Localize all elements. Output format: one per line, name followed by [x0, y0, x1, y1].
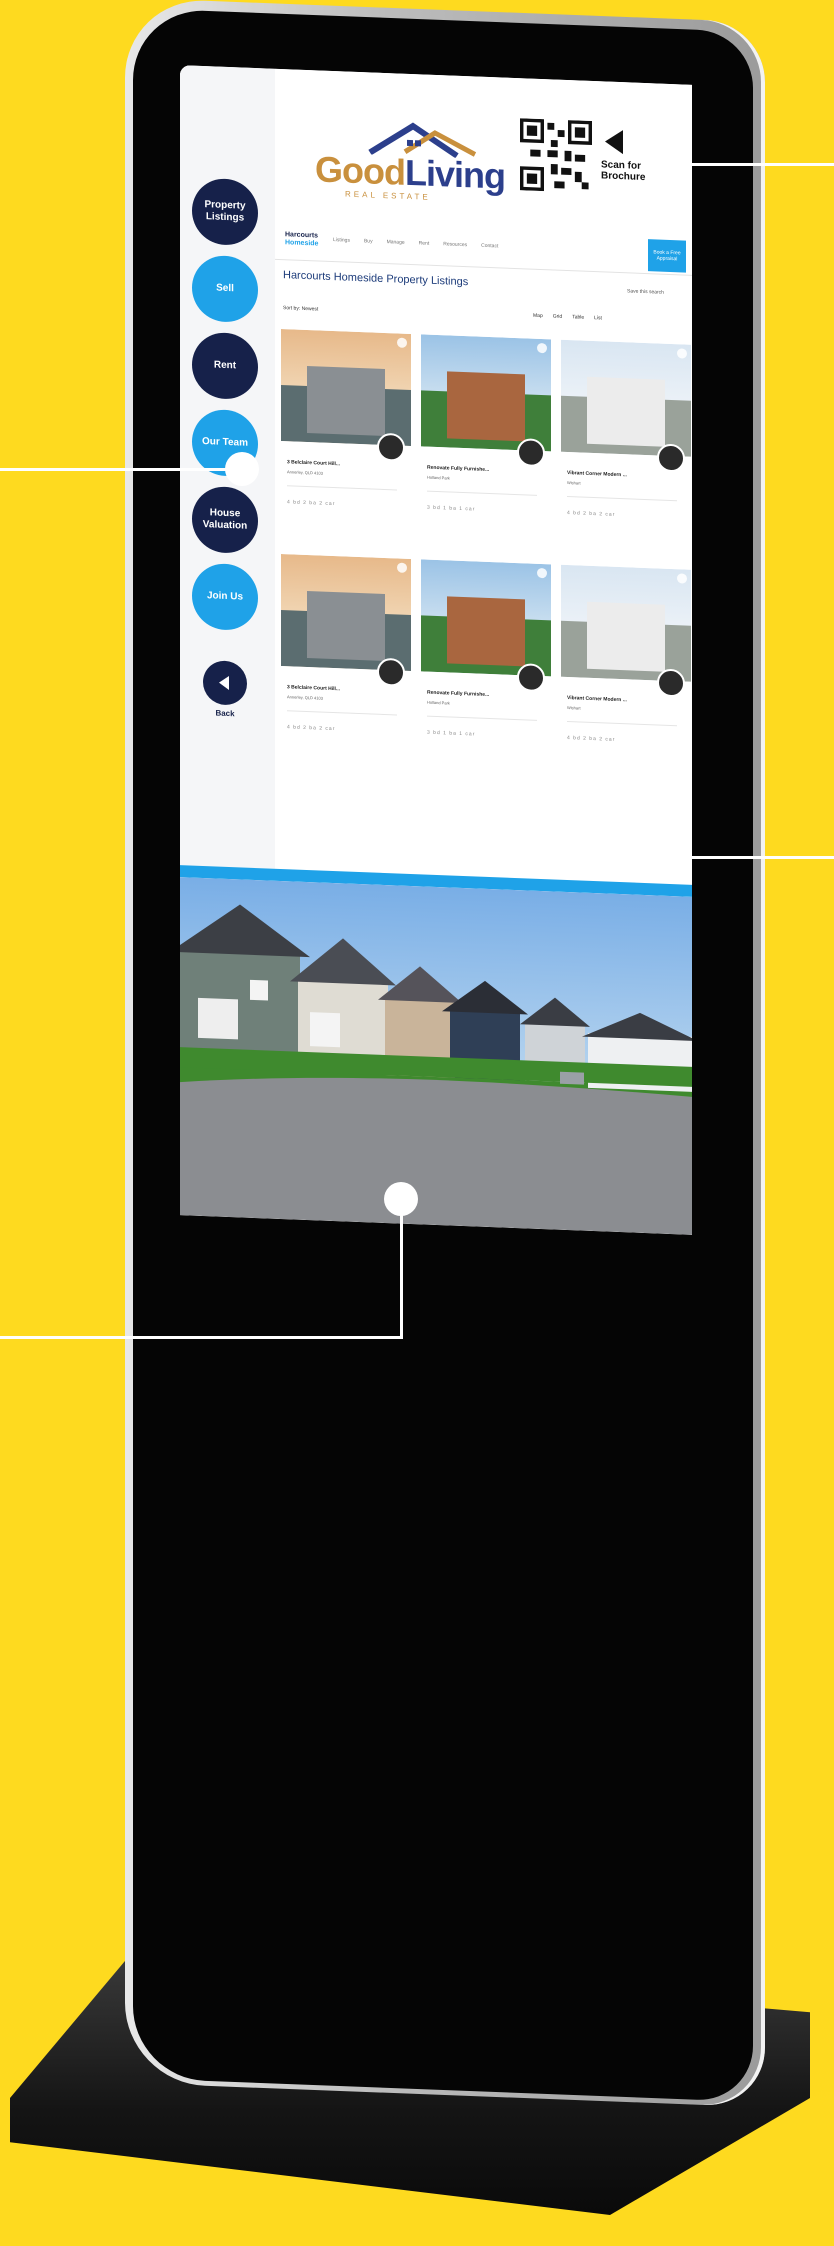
divider — [567, 496, 677, 502]
menu-item-buy[interactable]: Buy — [364, 238, 373, 244]
kiosk-product-photo: Property Listings Sell Rent Our Team House V… — [0, 0, 834, 2246]
listing-suburb: Annerley, QLD 4103 — [287, 469, 323, 476]
listing-features: 4 bd 2 ba 2 car — [287, 499, 336, 508]
nav-button-sell[interactable]: Sell — [192, 254, 258, 324]
listing-features: 4 bd 2 ba 2 car — [287, 724, 336, 733]
agent-avatar — [657, 668, 685, 698]
favorite-heart-icon[interactable] — [677, 348, 687, 359]
houses-illustration — [180, 904, 692, 1235]
divider — [427, 490, 537, 496]
kiosk-screen: Property Listings Sell Rent Our Team House V… — [180, 65, 692, 1235]
listing-grid: 3 Belclaire Court Hill... Annerley, QLD 4… — [281, 329, 691, 785]
logo-good: Good — [315, 148, 405, 193]
site-menu: Listings Buy Manage Rent Resources Contact — [333, 237, 498, 249]
listing-card[interactable]: 3 Belclaire Court Hill... Annerley, QLD 4… — [281, 554, 411, 775]
listing-card[interactable]: Renovate Fully Furnishe... Holland Park 3 … — [421, 334, 551, 555]
listing-photo — [281, 554, 411, 672]
listing-features: 4 bd 2 ba 2 car — [567, 510, 616, 518]
brand-logo: GoodLiving REAL ESTATE — [315, 118, 515, 206]
divider — [287, 710, 397, 716]
agent-avatar — [377, 432, 405, 462]
view-option-table[interactable]: Table — [572, 314, 584, 320]
callout-line-mid-right — [620, 856, 834, 859]
callout-line-bottom-h — [0, 1336, 403, 1339]
callout-dot-mid — [602, 840, 636, 874]
site-brand-line1: Harcourts — [285, 231, 319, 240]
side-nav: Property Listings Sell Rent Our Team House V… — [180, 65, 270, 981]
nav-button-property-listings[interactable]: Property Listings — [192, 177, 258, 247]
agent-avatar — [377, 657, 405, 687]
view-option-grid[interactable]: Grid — [553, 313, 562, 319]
qr-code-icon[interactable] — [520, 118, 592, 193]
listing-card[interactable]: Vibrant Corner Modern ... Wishart 4 bd 2 b… — [561, 564, 691, 785]
favorite-heart-icon[interactable] — [537, 342, 547, 354]
sort-dropdown[interactable]: Sort by: Newest — [283, 305, 318, 312]
listing-title: 3 Belclaire Court Hill... — [287, 459, 341, 468]
listing-title: Renovate Fully Furnishe... — [427, 689, 490, 699]
main-panel: GoodLiving REAL ESTATE Scan for Brochure — [275, 68, 692, 885]
page-title: Harcourts Homeside Property Listings — [283, 269, 469, 289]
menu-item-rent[interactable]: Rent — [419, 240, 430, 246]
listing-photo — [561, 564, 691, 682]
listing-photo — [421, 559, 551, 677]
listing-title: 3 Belclaire Court Hill... — [287, 684, 341, 693]
listing-photo — [561, 339, 691, 457]
callout-line-top-right — [690, 163, 834, 166]
menu-item-manage[interactable]: Manage — [387, 239, 405, 246]
view-options: Map Grid Table List — [533, 313, 602, 322]
view-option-map[interactable]: Map — [533, 313, 543, 319]
logo-living: Living — [404, 151, 505, 197]
site-menu-bar: Harcourts Homeside Listings Buy Manage Rent… — [275, 218, 692, 276]
favorite-heart-icon[interactable] — [397, 337, 407, 348]
divider — [287, 485, 397, 491]
listing-card[interactable]: Vibrant Corner Modern ... Wishart 4 bd 2 b… — [561, 339, 691, 560]
callout-line-left — [0, 468, 240, 471]
favorite-heart-icon[interactable] — [537, 567, 547, 579]
listing-card[interactable]: 3 Belclaire Court Hill... Annerley, QLD 4… — [281, 329, 411, 550]
menu-item-contact[interactable]: Contact — [481, 243, 498, 250]
callout-dot-left — [225, 452, 259, 486]
qr-label: Scan for Brochure — [601, 159, 646, 184]
appraisal-cta-button[interactable]: Book a Free Appraisal — [648, 239, 686, 273]
listing-photo — [281, 329, 411, 447]
listing-suburb: Holland Park — [427, 699, 450, 706]
save-search-link[interactable]: Save this search — [627, 288, 664, 295]
listing-title: Vibrant Corner Modern ... — [567, 695, 627, 704]
favorite-heart-icon[interactable] — [397, 562, 407, 573]
divider — [567, 721, 677, 727]
listing-features: 4 bd 2 ba 2 car — [567, 735, 616, 743]
listing-photo — [421, 334, 551, 452]
agent-avatar — [517, 663, 545, 693]
arrow-left-icon — [605, 129, 623, 155]
back-label: Back — [215, 708, 235, 719]
street-photo — [180, 877, 692, 1235]
nav-button-join-us[interactable]: Join Us — [192, 562, 258, 632]
listing-features: 3 bd 1 ba 1 car — [427, 504, 476, 513]
favorite-heart-icon[interactable] — [677, 573, 687, 584]
listing-features: 3 bd 1 ba 1 car — [427, 729, 476, 738]
site-brand[interactable]: Harcourts Homeside — [285, 231, 318, 248]
site-brand-line2: Homeside — [285, 239, 319, 248]
listing-suburb: Annerley, QLD 4103 — [287, 694, 323, 701]
nav-button-house-valuation[interactable]: House Valuation — [192, 485, 258, 555]
listing-title: Renovate Fully Furnishe... — [427, 464, 490, 474]
listing-title: Vibrant Corner Modern ... — [567, 470, 627, 479]
nav-button-rent[interactable]: Rent — [192, 331, 258, 401]
logo-tagline: REAL ESTATE — [345, 189, 431, 202]
divider — [427, 715, 537, 721]
listing-suburb: Wishart — [567, 480, 581, 486]
callout-line-bottom-v — [400, 1198, 403, 1338]
logo-wordmark: GoodLiving — [315, 148, 505, 197]
back-button[interactable]: Back — [203, 660, 247, 719]
listing-suburb: Holland Park — [427, 474, 450, 481]
callout-dot-bottom — [384, 1182, 418, 1216]
listing-suburb: Wishart — [567, 705, 581, 711]
agent-avatar — [657, 443, 685, 473]
view-option-list[interactable]: List — [594, 315, 602, 321]
menu-item-resources[interactable]: Resources — [443, 241, 467, 248]
agent-avatar — [517, 438, 545, 468]
listing-card[interactable]: Renovate Fully Furnishe... Holland Park 3 … — [421, 559, 551, 780]
back-arrow-icon — [203, 660, 247, 706]
menu-item-listings[interactable]: Listings — [333, 237, 350, 244]
